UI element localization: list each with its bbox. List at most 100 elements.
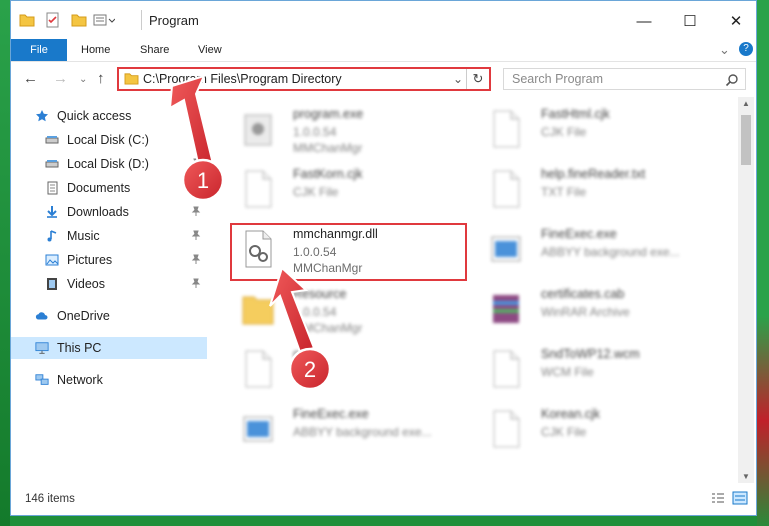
search-icon[interactable] [725, 73, 739, 87]
sidebar-item-music[interactable]: Music [11, 225, 207, 247]
file-item-program-exe[interactable]: program.exe 1.0.0.54 MMChanMgr [233, 103, 473, 159]
minimize-button[interactable]: — [621, 7, 667, 35]
file-item-certificates-cab[interactable]: certificates.cab WinRAR Archive [481, 283, 721, 339]
folder-icon [124, 73, 139, 85]
network-icon [35, 373, 49, 387]
details-view-icon[interactable] [710, 491, 726, 505]
file-detail: ABBYY background exe... [293, 425, 432, 439]
desktop-background-right [757, 0, 769, 526]
back-button[interactable]: ← [23, 70, 38, 87]
file-company: MMChanMgr [293, 321, 363, 335]
file-list: program.exe 1.0.0.54 MMChanMgr FastHtml.cjk… [219, 97, 745, 483]
customize-toolbar-icon[interactable] [93, 13, 115, 27]
sidebar-item-label: Videos [67, 277, 105, 291]
file-item-resource[interactable]: Resource 1.0.0.54 MMChanMgr [233, 283, 473, 339]
doc-file-icon [489, 169, 523, 209]
exe-file-icon [241, 109, 275, 149]
sidebar-item-onedrive[interactable]: OneDrive [11, 305, 207, 327]
computer-icon [35, 341, 49, 355]
sidebar-item-local-disk-d[interactable]: Local Disk (D:) [11, 153, 207, 175]
file-detail: 1.0.0.54 [293, 125, 337, 139]
file-item-help-finereader-txt[interactable]: help.fineReader.txt TXT File [481, 163, 721, 219]
sidebar-item-label: This PC [57, 341, 102, 355]
sidebar-item-label: Local Disk (D:) [67, 157, 149, 171]
tab-home[interactable]: Home [81, 39, 110, 61]
file-name: Resource [293, 287, 347, 301]
sidebar-item-label: Documents [67, 181, 131, 195]
file-name: SndToWP12.wcm [541, 347, 640, 361]
quick-access-toolbar [19, 11, 115, 29]
sidebar-item-label: OneDrive [57, 309, 110, 323]
title-divider [141, 10, 142, 30]
address-dropdown-icon[interactable]: ⌄ [453, 72, 463, 86]
sidebar-item-videos[interactable]: Videos [11, 273, 207, 295]
vertical-scrollbar[interactable]: ▲ ▼ [738, 97, 754, 483]
folder-icon[interactable] [19, 13, 35, 27]
address-bar[interactable]: C:\Program Files\Program Directory ⌄ ↻ [117, 67, 491, 91]
pin-icon [191, 206, 201, 219]
sidebar-item-documents[interactable]: Documents [11, 177, 207, 199]
status-bar: 146 items [11, 485, 756, 515]
tab-view[interactable]: View [198, 39, 222, 61]
file-detail: WinRAR Archive [541, 305, 630, 319]
pin-icon [191, 134, 201, 147]
sidebar-item-network[interactable]: Network [11, 369, 207, 391]
file-name: program.exe [293, 107, 364, 121]
large-icons-view-icon[interactable] [732, 491, 748, 505]
file-name: Korean.cjk [541, 407, 601, 421]
file-item-korean-cjk[interactable]: Korean.cjk CJK File [481, 403, 721, 459]
navigation-pane: Quick access Local Disk (C:) Local Disk (D… [11, 97, 207, 483]
maximize-button[interactable]: ☐ [667, 7, 713, 35]
videos-icon [45, 277, 59, 291]
doc-file-icon [489, 409, 523, 449]
pin-icon [191, 278, 201, 291]
file-item-fineexec-exe[interactable]: FineExec.exe ABBYY background exe... [481, 223, 721, 279]
item-count: 146 items [25, 493, 75, 505]
sidebar-item-this-pc[interactable]: This PC [11, 337, 207, 359]
sidebar-item-downloads[interactable]: Downloads [11, 201, 207, 223]
scrollbar-thumb[interactable] [741, 115, 751, 165]
sidebar-item-label: Quick access [57, 109, 132, 123]
title-bar: Program — ☐ ✕ [11, 1, 756, 39]
close-button[interactable]: ✕ [713, 7, 756, 35]
properties-icon[interactable] [45, 12, 61, 28]
search-box[interactable]: Search Program [503, 68, 746, 90]
help-icon[interactable]: ? [739, 42, 753, 56]
drive-icon [45, 157, 59, 171]
doc-file-icon [241, 169, 275, 209]
sidebar-item-label: Local Disk (C:) [67, 133, 149, 147]
new-folder-icon[interactable] [71, 13, 87, 27]
file-item-fastkorn-cjk[interactable]: FastKorn.cjk CJK File [233, 163, 473, 219]
pictures-icon [45, 253, 59, 267]
scroll-down-icon[interactable]: ▼ [738, 472, 754, 481]
scroll-up-icon[interactable]: ▲ [738, 99, 754, 108]
sidebar-item-pictures[interactable]: Pictures [11, 249, 207, 271]
sidebar-item-quick-access[interactable]: Quick access [11, 105, 207, 127]
refresh-button[interactable]: ↻ [466, 69, 489, 89]
window-title: Program [149, 13, 199, 28]
sidebar-item-local-disk-c[interactable]: Local Disk (C:) [11, 129, 207, 151]
app-file-icon [241, 409, 275, 449]
file-item-gt[interactable]: gt C [233, 343, 473, 399]
file-detail: 1.0.0.54 [293, 305, 337, 319]
file-item-fineexec-exe[interactable]: FineExec.exe ABBYY background exe... [233, 403, 473, 459]
recent-locations-button[interactable]: ⌄ [79, 74, 87, 85]
folder-file-icon [241, 289, 275, 329]
tab-share[interactable]: Share [140, 39, 169, 61]
expand-ribbon-icon[interactable]: ⌄ [719, 39, 730, 61]
up-button[interactable]: ↑ [97, 70, 105, 87]
file-explorer-window: Program — ☐ ✕ File Home Share View ⌄ ? ←… [10, 0, 757, 516]
file-name: FineExec.exe [293, 407, 369, 421]
forward-button[interactable]: → [53, 70, 68, 87]
file-item-fasthtml-cjk[interactable]: FastHtml.cjk CJK File [481, 103, 721, 159]
file-detail: CJK File [541, 425, 587, 439]
file-item-sndtowp12-wcm[interactable]: SndToWP12.wcm WCM File [481, 343, 721, 399]
file-company: MMChanMgr [293, 141, 363, 155]
documents-icon [45, 181, 59, 195]
file-name: FastKorn.cjk [293, 167, 363, 181]
tab-file[interactable]: File [11, 39, 67, 61]
sidebar-item-label: Music [67, 229, 100, 243]
file-detail: ABBYY background exe... [541, 245, 680, 259]
pin-icon [191, 158, 201, 171]
file-name: gt [293, 347, 304, 361]
